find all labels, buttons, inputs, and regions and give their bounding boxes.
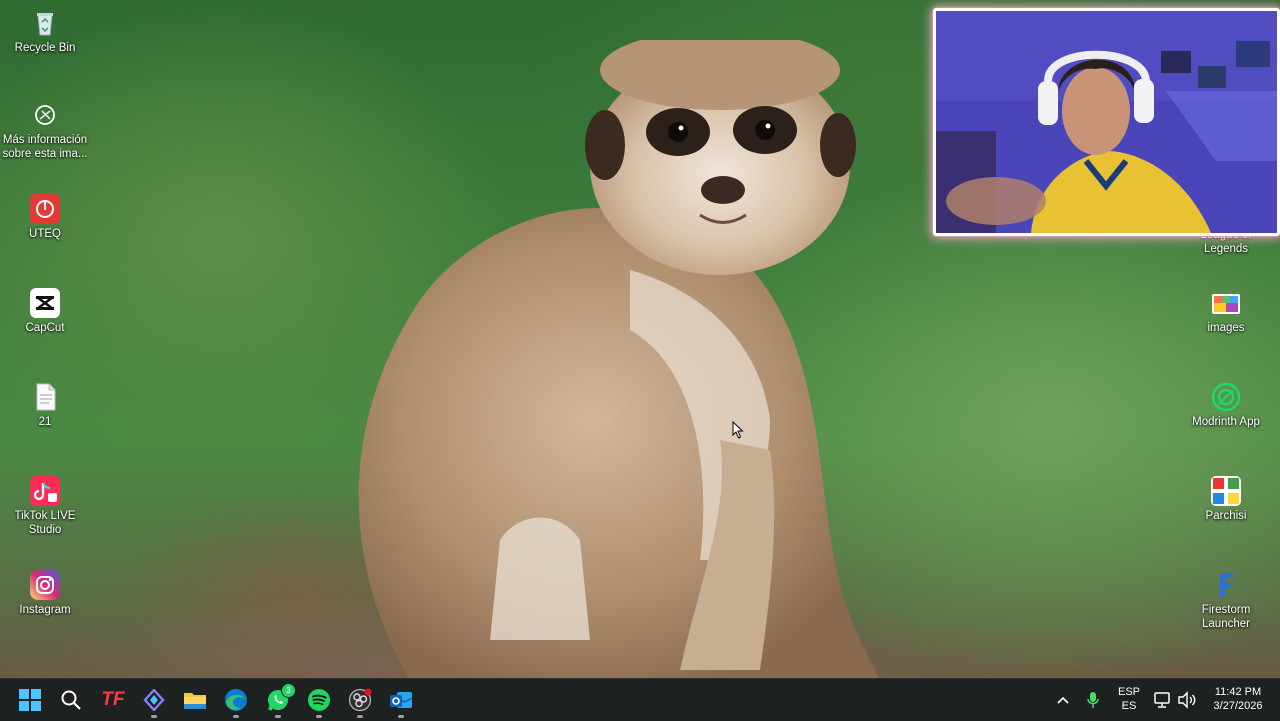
uteq-icon <box>30 194 60 224</box>
desktop-icon-recycle-bin[interactable]: Recycle Bin <box>0 8 90 55</box>
desktop-icon-parchisi[interactable]: Parchisi <box>1181 476 1271 523</box>
whatsapp-button[interactable]: 3 <box>259 679 297 721</box>
desktop-icon-label: Más información sobre esta ima... <box>2 134 88 160</box>
text-file-icon <box>36 383 56 411</box>
start-button[interactable] <box>11 679 49 721</box>
file-explorer-button[interactable] <box>176 679 214 721</box>
clock-date: 3/27/2026 <box>1213 700 1263 712</box>
desktop-icon-label: TikTok LIVE Studio <box>14 510 76 536</box>
running-indicator <box>398 715 404 718</box>
notification-badge: 3 <box>281 683 296 698</box>
running-indicator <box>357 715 363 718</box>
desktop-icon-label: CapCut <box>25 322 65 334</box>
spotify-icon <box>308 689 330 711</box>
running-indicator <box>316 715 322 718</box>
windows-start-icon <box>19 689 41 711</box>
recycle-bin-icon <box>37 13 53 36</box>
desktop-icon-more-info[interactable]: Más información sobre esta ima... <box>0 100 90 161</box>
desktop-icon-modrinth[interactable]: Modrinth App <box>1181 382 1271 429</box>
tiktok-live-icon <box>30 476 60 506</box>
running-indicator <box>233 715 239 718</box>
tf-app-icon: TF <box>101 689 125 710</box>
meerkat-image <box>358 40 879 678</box>
desktop-icon-capcut[interactable]: CapCut <box>0 288 90 335</box>
outlook-button[interactable] <box>382 679 420 721</box>
volume-icon <box>1178 691 1196 709</box>
microphone-icon <box>1087 692 1099 708</box>
desktop-icon-firestorm[interactable]: Firestorm Launcher <box>1181 570 1271 631</box>
desktop-icon-label: Firestorm Launcher <box>1201 604 1251 630</box>
desktop-icon-21[interactable]: 21 <box>0 382 90 429</box>
obs-button[interactable] <box>341 679 379 721</box>
file-explorer-icon <box>184 693 206 709</box>
tf-app-button[interactable]: TF <box>94 679 132 721</box>
language-indicator[interactable]: ESP ES <box>1111 685 1147 713</box>
desktop-icon-label: Parchisi <box>1205 510 1247 522</box>
clock[interactable]: 11:42 PM 3/27/2026 <box>1202 685 1274 713</box>
search-icon <box>61 690 81 710</box>
diamond-app-button[interactable] <box>135 679 173 721</box>
desktop-icon-label: Modrinth App <box>1192 416 1260 428</box>
firestorm-icon <box>1220 573 1233 597</box>
chevron-up-icon <box>1057 696 1069 704</box>
spotify-button[interactable] <box>300 679 338 721</box>
search-button[interactable] <box>52 679 90 721</box>
outlook-icon <box>390 692 413 708</box>
desktop-icon-instagram[interactable]: Instagram <box>0 570 90 617</box>
capcut-icon <box>30 288 60 318</box>
desktop-icon-tiktok-live[interactable]: TikTok LIVE Studio <box>0 476 90 537</box>
info-camera-icon <box>35 105 55 125</box>
diamond-app-icon <box>143 689 165 711</box>
edge-browser-icon <box>225 689 247 711</box>
streamer-video <box>936 11 1277 233</box>
clock-time: 11:42 PM <box>1214 686 1262 698</box>
desktop-icon-label: 21 <box>38 416 52 428</box>
desktop-icon-label: Recycle Bin <box>14 42 76 54</box>
running-indicator <box>151 715 157 718</box>
obs-icon <box>348 688 372 712</box>
taskbar: TF 3 ESP ES 11:42 PM 3/27/2026 <box>0 678 1280 721</box>
volume-tray-button[interactable] <box>1170 679 1204 721</box>
microphone-tray-button[interactable] <box>1075 679 1111 721</box>
mouse-cursor <box>732 421 744 439</box>
desktop-icon-label: images <box>1207 322 1245 334</box>
keyboard-layout: ES <box>1121 700 1137 712</box>
modrinth-icon <box>1211 382 1241 412</box>
desktop-icon-label: Instagram <box>19 604 71 616</box>
desktop-icon-label: UTEQ <box>29 228 61 240</box>
image-folder-icon <box>1212 294 1240 314</box>
desktop-icon-uteq[interactable]: UTEQ <box>0 194 90 241</box>
language-code: ESP <box>1117 686 1140 698</box>
desktop-icon-images[interactable]: images <box>1181 288 1271 335</box>
running-indicator <box>275 715 281 718</box>
webcam-overlay <box>933 8 1280 236</box>
instagram-icon <box>30 570 60 600</box>
parchisi-icon <box>1211 476 1241 506</box>
edge-browser-button[interactable] <box>217 679 255 721</box>
